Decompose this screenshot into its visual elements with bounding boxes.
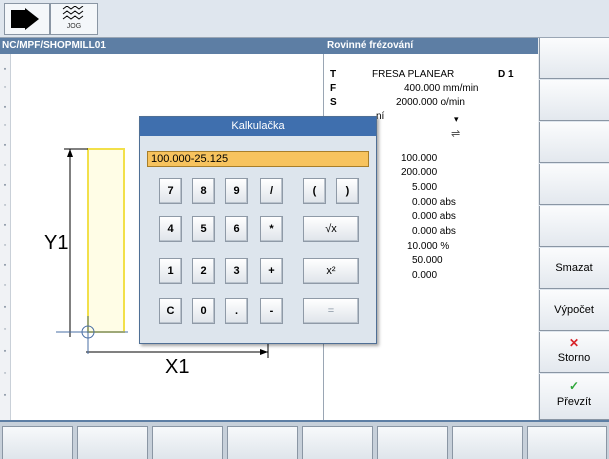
softkey-label: Převzít: [556, 396, 592, 408]
strip-icon: ▫: [3, 326, 7, 333]
calculator-display[interactable]: 100.000-25.125: [147, 151, 369, 167]
key-2[interactable]: 2: [192, 258, 215, 284]
dialog-title: Kalkulačka: [140, 117, 376, 136]
cancel-softkey[interactable]: ✕ Storno: [539, 332, 609, 373]
tool-letter: T: [330, 69, 337, 80]
softkey-2[interactable]: [539, 80, 609, 121]
strip-icon: ▫: [3, 122, 7, 129]
key-multiply[interactable]: *: [260, 216, 283, 242]
hsoftkey-1[interactable]: [2, 426, 73, 459]
y-dimension-label: Y1: [44, 232, 69, 254]
strip-icon: ▪: [3, 392, 7, 399]
softkey-label: Smazat: [555, 262, 593, 274]
hsoftkey-3[interactable]: [152, 426, 223, 459]
key-8[interactable]: 8: [192, 178, 215, 204]
softkey-1[interactable]: [539, 38, 609, 79]
hsoftkey-7[interactable]: [452, 426, 523, 459]
function-title: Rovinné frézování: [323, 38, 538, 54]
key-close-paren[interactable]: ): [336, 178, 359, 204]
param-value[interactable]: 5.000: [412, 182, 437, 193]
key-equals[interactable]: =: [303, 298, 359, 324]
tool-name: FRESA PLANEAR: [372, 69, 455, 80]
key-7[interactable]: 7: [159, 178, 182, 204]
param-value[interactable]: 200.000: [401, 167, 437, 178]
param-value[interactable]: 0.000 abs: [412, 197, 456, 208]
key-sqrt[interactable]: √x: [303, 216, 359, 242]
strip-icon: ▪: [3, 348, 7, 355]
key-9[interactable]: 9: [225, 178, 248, 204]
param-value[interactable]: 0.000: [412, 270, 437, 281]
operating-mode-button[interactable]: [4, 3, 50, 35]
strip-icon: ▪: [3, 142, 7, 149]
speed-letter: S: [330, 97, 337, 108]
strip-icon: ▫: [3, 242, 7, 249]
machining-mode-icon: ⇌: [451, 128, 461, 140]
softkey-label: Storno: [557, 352, 591, 364]
param-value[interactable]: 0.000 abs: [412, 226, 456, 237]
speed-value: 2000.000 o/min: [396, 97, 465, 108]
single-block-arrow-icon: [11, 8, 39, 30]
machining-icon: ▾: [454, 114, 459, 124]
strip-icon: ▫: [3, 370, 7, 377]
strip-icon: ▪: [3, 304, 7, 311]
key-5[interactable]: 5: [192, 216, 215, 242]
hsoftkey-8[interactable]: [527, 426, 607, 459]
hsoftkey-2[interactable]: [77, 426, 148, 459]
key-0[interactable]: 0: [192, 298, 215, 324]
strip-icon: ▪: [3, 104, 7, 111]
key-plus[interactable]: +: [260, 258, 283, 284]
jog-label: JOG: [66, 23, 82, 30]
key-4[interactable]: 4: [159, 216, 182, 242]
key-divide[interactable]: /: [260, 178, 283, 204]
tool-d: D 1: [498, 69, 514, 80]
strip-icon: ▫: [3, 162, 7, 169]
key-decimal[interactable]: .: [225, 298, 248, 324]
key-1[interactable]: 1: [159, 258, 182, 284]
key-minus[interactable]: -: [260, 298, 283, 324]
key-clear[interactable]: C: [159, 298, 182, 324]
calculate-softkey[interactable]: Výpočet: [539, 290, 609, 331]
jog-mode-button[interactable]: JOG: [50, 3, 98, 35]
strip-icon: ▪: [3, 262, 7, 269]
strip-icon: ▫: [3, 282, 7, 289]
strip-icon: ▫: [3, 202, 7, 209]
cancel-x-icon: ✕: [569, 336, 580, 350]
softkey-5[interactable]: [539, 206, 609, 247]
param-value[interactable]: 50.000: [412, 255, 443, 266]
softkey-label: Výpočet: [554, 304, 594, 316]
softkey-4[interactable]: [539, 164, 609, 205]
program-path: NC/MPF/SHOPMILL01: [0, 38, 323, 54]
strip-icon: ▪: [3, 222, 7, 229]
softkey-3[interactable]: [539, 122, 609, 163]
vertical-softkey-bar: Smazat Výpočet ✕ Storno ✓ Převzít: [539, 38, 609, 420]
strip-icon: ▪: [3, 182, 7, 189]
hsoftkey-6[interactable]: [377, 426, 448, 459]
param-value[interactable]: 0.000 abs: [412, 211, 456, 222]
x-dimension-label: X1: [165, 356, 190, 378]
delete-softkey[interactable]: Smazat: [539, 248, 609, 289]
feed-letter: F: [330, 83, 337, 94]
key-6[interactable]: 6: [225, 216, 248, 242]
param-value[interactable]: 10.000 %: [407, 241, 449, 252]
calculator-dialog: Kalkulačka 100.000-25.125 7 8 9 / ( ) 4 …: [139, 116, 377, 344]
param-value[interactable]: 100.000: [401, 153, 437, 164]
feed-value: 400.000 mm/min: [404, 83, 479, 94]
key-open-paren[interactable]: (: [303, 178, 326, 204]
jog-wave-icon: [62, 6, 84, 20]
tool-icon-strip: ▪ ▫ ▪ ▫ ▪ ▫ ▪ ▫ ▪ ▫ ▪ ▫ ▪ ▫ ▪ ▫ ▪: [0, 54, 11, 420]
key-square[interactable]: x²: [303, 258, 359, 284]
strip-icon: ▫: [3, 84, 7, 91]
top-status-bar: JOG: [0, 0, 609, 38]
machining-label: ní: [376, 111, 385, 122]
horizontal-softkey-bar: [0, 420, 609, 459]
strip-icon: ▪: [3, 66, 7, 73]
accept-softkey[interactable]: ✓ Převzít: [539, 374, 609, 420]
key-3[interactable]: 3: [225, 258, 248, 284]
hsoftkey-5[interactable]: [302, 426, 373, 459]
accept-check-icon: ✓: [569, 379, 580, 393]
hsoftkey-4[interactable]: [227, 426, 298, 459]
